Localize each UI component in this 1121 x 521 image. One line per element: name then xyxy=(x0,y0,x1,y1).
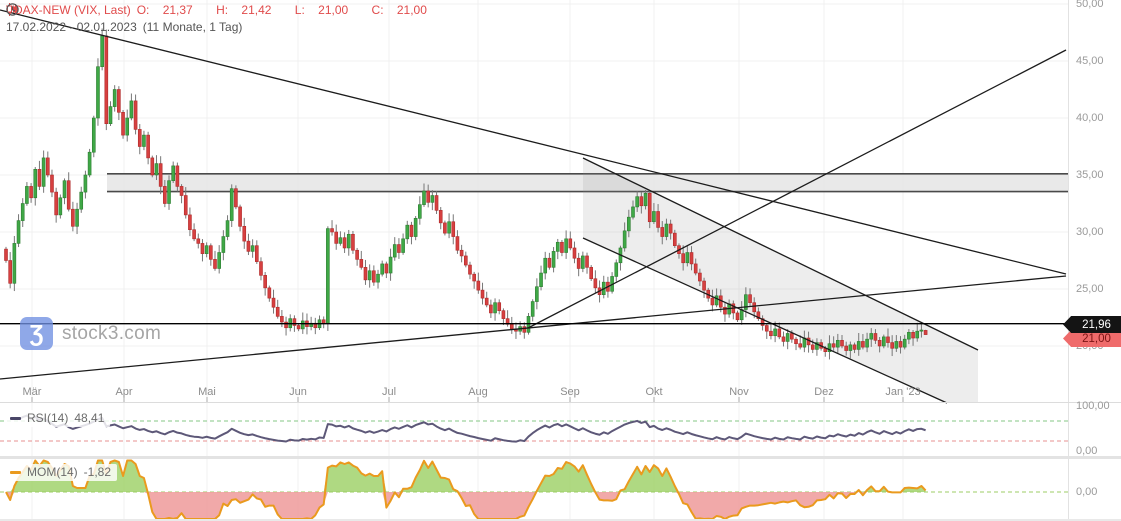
y-axis-label: 30,00 xyxy=(1076,226,1104,238)
high-value: 21,42 xyxy=(241,3,272,17)
watermark-text: stock3.com xyxy=(62,322,162,344)
x-axis-label: Mär xyxy=(22,386,42,398)
x-axis-label: Jul xyxy=(381,386,397,398)
x-axis-label: Jan '23 xyxy=(885,386,921,398)
rsi-indicator-label[interactable]: RSI(14) 48,41 xyxy=(6,410,111,427)
instrument-name[interactable]: VDAX-NEW (VIX, Last) xyxy=(6,3,131,17)
last-price-tag: 21,96 xyxy=(1063,316,1121,333)
chart-header: VDAX-NEW (VIX, Last) O: 21,37 H: 21,42 L… xyxy=(6,3,447,34)
watermark: Ʒ stock3.com xyxy=(20,317,161,350)
rsi-value: 48,41 xyxy=(74,411,105,425)
open-value: 21,37 xyxy=(162,3,193,17)
x-axis-label: Jun xyxy=(289,386,307,398)
chart-canvas[interactable] xyxy=(0,0,1121,521)
close-value: 21,00 xyxy=(396,3,427,17)
y-axis-label: 45,00 xyxy=(1076,55,1104,67)
y-axis-label: 0,00 xyxy=(1076,445,1098,457)
panel-separator-rsi-mom xyxy=(0,456,1121,459)
clock-icon xyxy=(6,3,19,16)
price-axis[interactable] xyxy=(1068,0,1121,521)
mom-indicator-label[interactable]: MOM(14) -1,82 xyxy=(6,464,118,481)
panel-separator-main-rsi xyxy=(0,402,1121,403)
y-axis-label: 25,00 xyxy=(1076,283,1104,295)
y-axis-label: 0,00 xyxy=(1076,486,1098,498)
date-range: 17.02.2022 - 02.01.2023 xyxy=(6,20,137,34)
x-axis-label: Apr xyxy=(115,386,133,398)
y-axis-label: 100,00 xyxy=(1076,400,1110,412)
instrument-row: VDAX-NEW (VIX, Last) O: 21,37 H: 21,42 L… xyxy=(6,3,447,17)
mom-name: MOM(14) xyxy=(27,465,78,479)
low-value: 21,00 xyxy=(318,3,349,17)
duration: (11 Monate, 1 Tag) xyxy=(142,20,243,34)
mom-legend-dash-icon xyxy=(10,470,21,474)
y-axis-label: 35,00 xyxy=(1076,169,1104,181)
x-axis-label: Mai xyxy=(198,386,216,398)
x-axis-label: Nov xyxy=(729,386,749,398)
x-axis-label: Dez xyxy=(814,386,834,398)
x-axis-label: Okt xyxy=(645,386,663,398)
mom-value: -1,82 xyxy=(83,465,112,479)
rsi-name: RSI(14) xyxy=(27,411,69,425)
chart-window: VDAX-NEW (VIX, Last) O: 21,37 H: 21,42 L… xyxy=(0,0,1121,521)
rsi-legend-dash-icon xyxy=(10,416,21,420)
x-axis-label: Sep xyxy=(560,386,580,398)
date-range-row: 17.02.2022 - 02.01.2023 (11 Monate, 1 Ta… xyxy=(6,3,447,34)
y-axis-label: 50,00 xyxy=(1076,0,1104,10)
x-axis-label: Aug xyxy=(468,386,488,398)
ohlc-readout: O: 21,37 H: 21,42 L: 21,00 C: 21,00 xyxy=(136,3,427,17)
y-axis-label: 40,00 xyxy=(1076,112,1104,124)
stock3-logo-icon: Ʒ xyxy=(20,317,53,350)
